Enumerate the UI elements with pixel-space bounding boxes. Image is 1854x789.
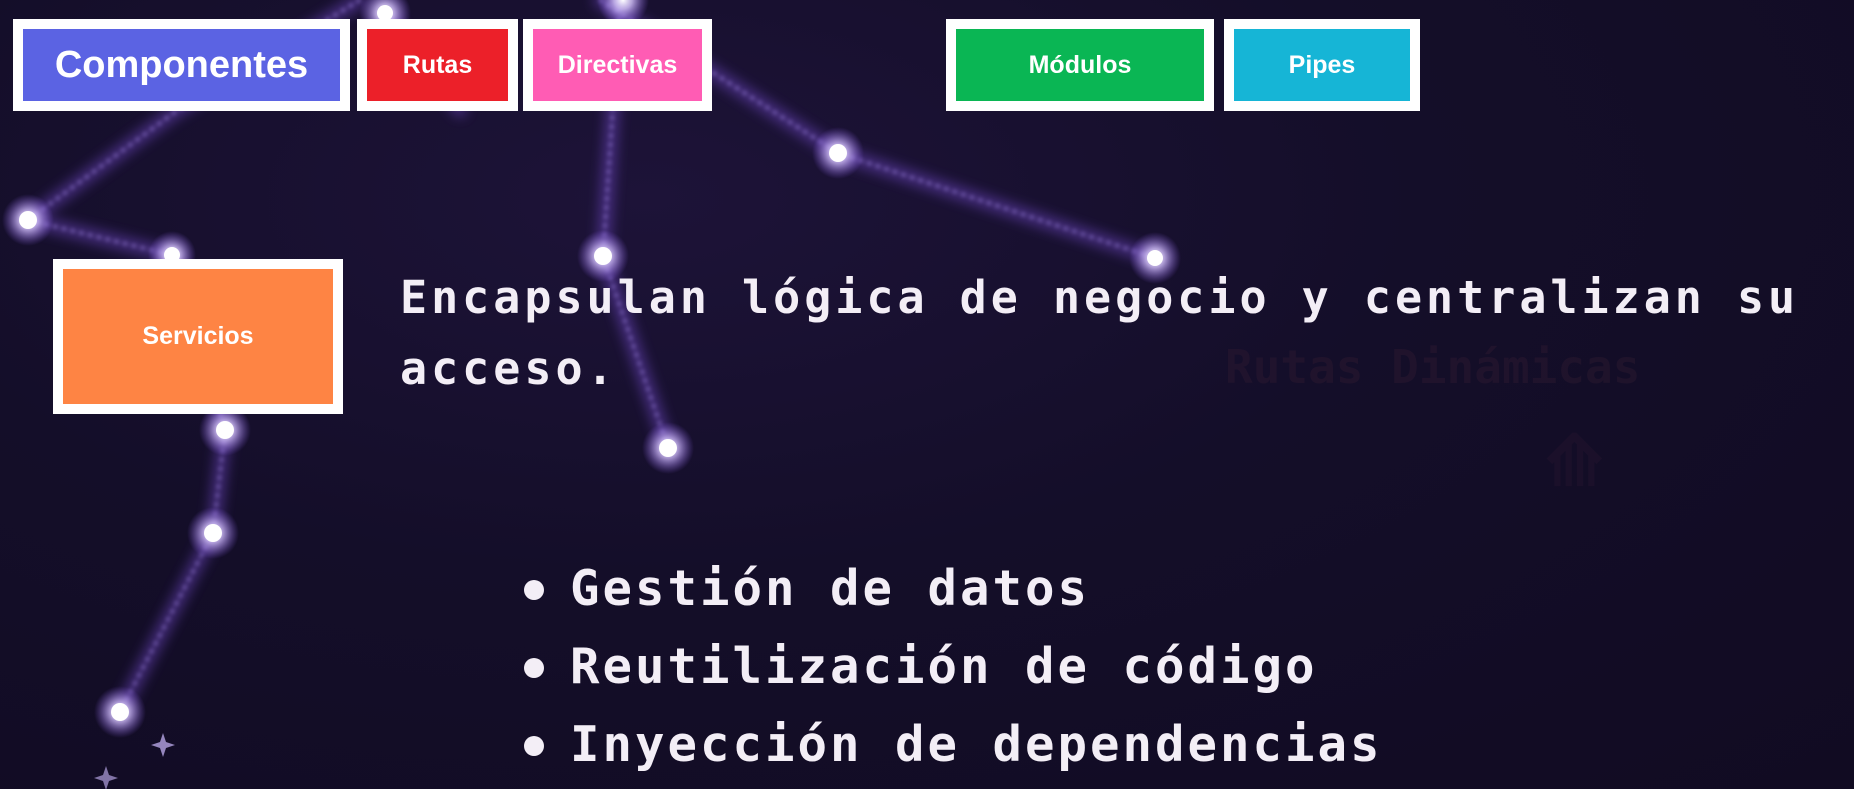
slide: Rutas Dinámicas ⟰ Componentes Rutas Dire… bbox=[0, 0, 1854, 789]
feature-text: Reutilización de código bbox=[570, 638, 1318, 695]
pipes-tag-label: Pipes bbox=[1288, 50, 1356, 79]
feature-text: Inyección de dependencias bbox=[570, 716, 1383, 773]
modules-tag-label: Módulos bbox=[1028, 50, 1132, 79]
bullet-icon bbox=[524, 736, 544, 756]
components-tag[interactable]: Componentes bbox=[13, 19, 350, 111]
services-description: Encapsulan lógica de negocio y centraliz… bbox=[400, 271, 1800, 395]
services-tag[interactable]: Servicios bbox=[53, 259, 343, 414]
pipes-tag[interactable]: Pipes bbox=[1224, 19, 1420, 111]
list-item: Reutilización de código bbox=[520, 628, 1383, 706]
bullet-icon bbox=[524, 658, 544, 678]
bullet-icon bbox=[524, 580, 544, 600]
services-tag-label: Servicios bbox=[142, 322, 254, 350]
list-item: Gestión de datos bbox=[520, 550, 1383, 628]
routes-tag-label: Rutas bbox=[402, 50, 473, 79]
feature-list: Gestión de datos Reutilización de código… bbox=[520, 550, 1383, 784]
list-item: Inyección de dependencias bbox=[520, 706, 1383, 784]
routes-tag[interactable]: Rutas bbox=[357, 19, 518, 111]
directives-tag[interactable]: Directivas bbox=[523, 19, 712, 111]
directives-tag-label: Directivas bbox=[557, 50, 678, 79]
feature-text: Gestión de datos bbox=[570, 560, 1091, 617]
components-tag-label: Componentes bbox=[54, 43, 309, 86]
modules-tag[interactable]: Módulos bbox=[946, 19, 1214, 111]
